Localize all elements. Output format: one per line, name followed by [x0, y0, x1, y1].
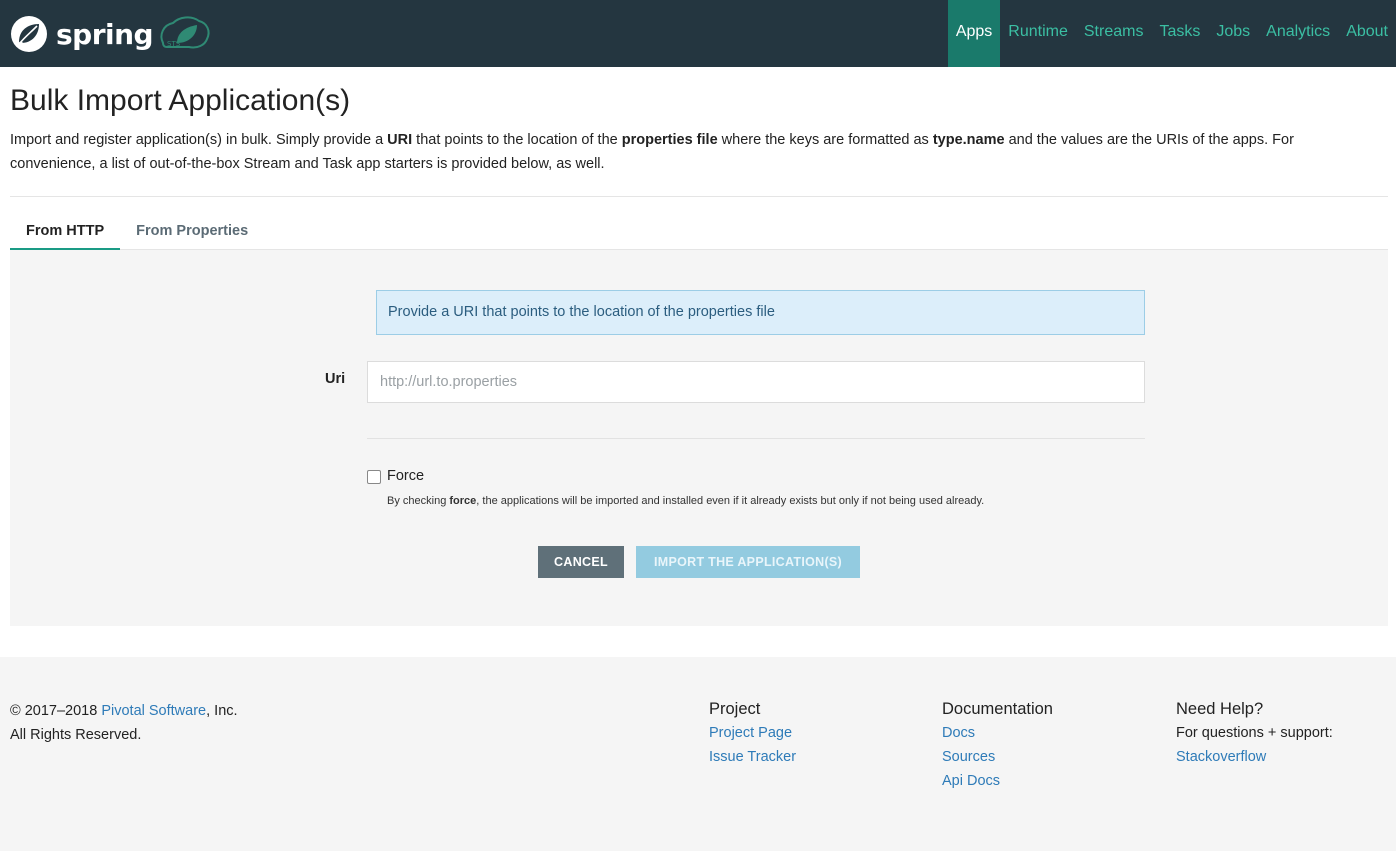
import-tabs: From HTTP From Properties: [10, 213, 1388, 250]
page-description: Import and register application(s) in bu…: [10, 128, 1300, 176]
stackoverflow-link[interactable]: Stackoverflow: [1176, 745, 1333, 769]
nav-streams[interactable]: Streams: [1076, 0, 1152, 67]
footer-help: Need Help? For questions + support: Stac…: [1176, 697, 1333, 769]
page-title: Bulk Import Application(s): [10, 84, 351, 117]
uri-input[interactable]: [367, 361, 1145, 403]
rights-reserved: All Rights Reserved.: [10, 727, 142, 743]
force-help-1: By checking: [387, 495, 450, 507]
uri-label: Uri: [325, 371, 346, 387]
footer-documentation: Documentation Docs Sources Api Docs: [942, 697, 1053, 793]
spring-leaf-icon: [11, 16, 47, 52]
copyright-suffix: , Inc.: [206, 703, 238, 719]
nav-about[interactable]: About: [1338, 0, 1396, 67]
svg-text:STS: STS: [167, 40, 181, 48]
nav-apps[interactable]: Apps: [947, 0, 1001, 67]
project-page-link[interactable]: Project Page: [709, 721, 796, 745]
issue-tracker-link[interactable]: Issue Tracker: [709, 745, 796, 769]
desc-text-2: that points to the location of the: [412, 132, 622, 148]
sources-link[interactable]: Sources: [942, 745, 1053, 769]
footer-project: Project Project Page Issue Tracker: [709, 697, 796, 769]
footer-project-heading: Project: [709, 700, 761, 718]
force-label[interactable]: Force: [387, 468, 424, 484]
tab-from-properties[interactable]: From Properties: [120, 213, 264, 250]
spring-logo[interactable]: spring STS: [10, 14, 213, 54]
desc-type-name: type.name: [932, 132, 1005, 148]
nav-runtime[interactable]: Runtime: [1000, 0, 1076, 67]
force-help-text: By checking force, the applications will…: [387, 495, 984, 507]
info-alert: Provide a URI that points to the locatio…: [376, 290, 1145, 335]
tab-from-http[interactable]: From HTTP: [10, 213, 121, 250]
form-divider: [367, 438, 1145, 439]
nav-jobs[interactable]: Jobs: [1208, 0, 1258, 67]
pivotal-link[interactable]: Pivotal Software: [101, 703, 206, 719]
desc-properties-file: properties file: [621, 132, 718, 148]
brand-name: spring: [56, 17, 154, 51]
copyright-prefix: © 2017–2018: [10, 703, 102, 719]
footer-help-heading: Need Help?: [1176, 700, 1264, 718]
force-checkbox[interactable]: [367, 470, 381, 484]
nav-analytics[interactable]: Analytics: [1258, 0, 1338, 67]
nav-tasks[interactable]: Tasks: [1151, 0, 1208, 67]
desc-text-3: where the keys are formatted as: [717, 132, 933, 148]
force-help-2: , the applications will be imported and …: [476, 495, 985, 507]
force-help-bold: force: [449, 495, 477, 507]
footer: © 2017–2018 Pivotal Software, Inc. All R…: [0, 657, 1396, 851]
top-navbar: spring STS Apps Runtime Streams Tasks Jo…: [0, 0, 1396, 67]
footer-docs-heading: Documentation: [942, 700, 1053, 718]
import-form-panel: Provide a URI that points to the locatio…: [10, 250, 1388, 626]
main-nav: Apps Runtime Streams Tasks Jobs Analytic…: [947, 0, 1396, 67]
footer-help-text: For questions + support:: [1176, 725, 1333, 741]
desc-uri: URI: [387, 132, 413, 148]
api-docs-link[interactable]: Api Docs: [942, 769, 1053, 793]
header-divider: [10, 196, 1388, 197]
cancel-button[interactable]: CANCEL: [538, 546, 624, 578]
docs-link[interactable]: Docs: [942, 721, 1053, 745]
import-button[interactable]: IMPORT THE APPLICATION(S): [636, 546, 860, 578]
leaf-badge-icon: STS: [160, 16, 210, 49]
desc-text-1: Import and register application(s) in bu…: [10, 132, 388, 148]
footer-copyright: © 2017–2018 Pivotal Software, Inc. All R…: [10, 699, 238, 747]
